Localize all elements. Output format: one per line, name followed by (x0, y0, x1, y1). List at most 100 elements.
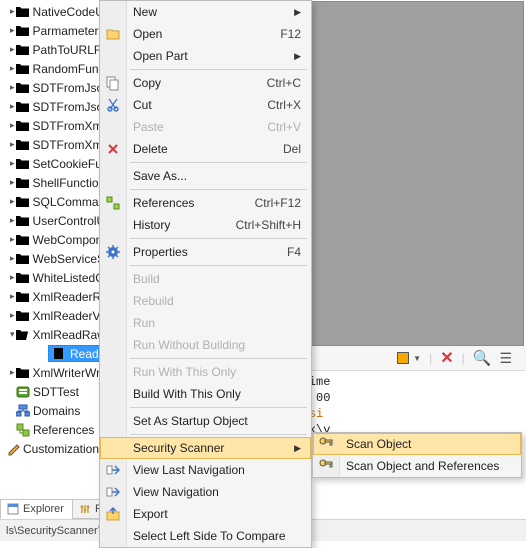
menu-label: History (133, 218, 236, 232)
tree-item-sdttest[interactable]: SDTTest (0, 382, 99, 401)
submenu-scan-object[interactable]: Scan Object (313, 433, 521, 455)
menu-rebuild: Rebuild (100, 290, 311, 312)
folder-icon (15, 309, 30, 322)
tab-explorer[interactable]: Explorer (0, 499, 73, 519)
menu-select-left-side-to-compare[interactable]: Select Left Side To Compare (100, 525, 311, 547)
tree-item-label: SQLComman (33, 195, 100, 209)
menu-label: Security Scanner (133, 441, 294, 455)
menu-build: Build (100, 268, 311, 290)
menu-label: Paste (133, 120, 267, 134)
menu-label: Set As Startup Object (133, 414, 301, 428)
shortcut: Ctrl+F12 (255, 196, 301, 210)
tree-item-label: WebCompon (33, 233, 100, 247)
filter-dropdown[interactable] (397, 352, 409, 364)
menu-cut[interactable]: CutCtrl+X (100, 94, 311, 116)
tree-item-label: SDTTest (33, 385, 79, 399)
shortcut: F4 (287, 245, 301, 259)
menu-copy[interactable]: CopyCtrl+C (100, 72, 311, 94)
folder-icon (15, 5, 30, 18)
tree-item-sdtfromjso[interactable]: ▸SDTFromJso (0, 97, 99, 116)
tree-item-setcookiefu[interactable]: ▸SetCookieFu (0, 154, 99, 173)
menu-export[interactable]: Export (100, 503, 311, 525)
menu-view-navigation[interactable]: View Navigation (100, 481, 311, 503)
menu-label: Build (133, 272, 301, 286)
copy-icon (105, 75, 121, 91)
tree-item-label: PathToURLF (33, 43, 100, 57)
menu-label: View Last Navigation (133, 463, 301, 477)
tree-item-sqlcomman[interactable]: ▸SQLComman (0, 192, 99, 211)
refs-icon (105, 195, 121, 211)
tree-item-label: UserControlU (33, 214, 100, 228)
tree-item-sdtfromxm[interactable]: ▸SDTFromXm (0, 135, 99, 154)
tree-item-label: Domains (33, 404, 80, 418)
tree-item-shellfunction[interactable]: ▸ShellFunction (0, 173, 99, 192)
menu-label: Properties (133, 245, 287, 259)
menu-save-as-[interactable]: Save As... (100, 165, 311, 187)
menu-label: Rebuild (133, 294, 301, 308)
tree-item-xmlreaderv[interactable]: ▸XmlReaderV (0, 306, 99, 325)
shortcut: Del (283, 142, 301, 156)
shortcut: Ctrl+X (267, 98, 301, 112)
tree-item-label: SDTFromJso (33, 81, 100, 95)
menu-open-part[interactable]: Open Part▶ (100, 45, 311, 67)
menu-build-with-this-only[interactable]: Build With This Only (100, 383, 311, 405)
tree-item-randomfunc[interactable]: ▸RandomFunc (0, 59, 99, 78)
folder-icon (15, 233, 30, 246)
tree-item-sdtfromjso[interactable]: ▸SDTFromJso (0, 78, 99, 97)
export-icon (105, 506, 121, 522)
menu-run-with-this-only: Run With This Only (100, 361, 311, 383)
clear-icon[interactable]: ✕ (440, 348, 453, 368)
folder-icon (15, 119, 30, 132)
folder-icon (15, 195, 30, 208)
submenu-scan-object-and-references[interactable]: Scan Object and References (313, 455, 521, 477)
references-icon (16, 423, 30, 437)
chevron-down-icon[interactable]: ▼ (413, 354, 421, 363)
menu-delete[interactable]: DeleteDel (100, 138, 311, 160)
folder-icon (15, 271, 30, 284)
security-scanner-submenu: Scan ObjectScan Object and References (312, 432, 522, 478)
shortcut: F12 (280, 27, 301, 41)
wrap-icon[interactable]: ☰ (499, 350, 512, 367)
shortcut: Ctrl+C (267, 76, 301, 90)
menu-view-last-navigation[interactable]: View Last Navigation (100, 459, 311, 481)
folder-icon (15, 81, 30, 94)
tree-item-label: SetCookieFu (33, 157, 100, 171)
prefs-icon (79, 503, 91, 515)
tree-item-customization[interactable]: Customization (0, 439, 99, 458)
search-icon[interactable]: 🔍 (473, 349, 492, 367)
tree-item-parmameters[interactable]: ▸Parmameters (0, 21, 99, 40)
menu-new[interactable]: New▶ (100, 1, 311, 23)
menu-label: Run (133, 316, 301, 330)
tree-item-readraw[interactable]: ReadRaw (0, 344, 99, 363)
menu-open[interactable]: OpenF12 (100, 23, 311, 45)
shortcut: Ctrl+Shift+H (236, 218, 301, 232)
menu-properties[interactable]: PropertiesF4 (100, 241, 311, 263)
tree-item-label: SDTFromXm (33, 119, 100, 133)
tree-item-xmlwriterwr[interactable]: ▸XmlWriterWr (0, 363, 99, 382)
tree-item-pathtourlf[interactable]: ▸PathToURLF (0, 40, 99, 59)
submenu-arrow-icon: ▶ (294, 51, 301, 62)
menu-label: View Navigation (133, 485, 301, 499)
nav-icon (105, 484, 121, 500)
tree-item-label: XmlWriterWr (33, 366, 100, 380)
menu-references[interactable]: ReferencesCtrl+F12 (100, 192, 311, 214)
tree-item-webservices[interactable]: ▸WebServiceS (0, 249, 99, 268)
menu-history[interactable]: HistoryCtrl+Shift+H (100, 214, 311, 236)
tree-item-domains[interactable]: Domains (0, 401, 99, 420)
tree-item-usercontrolu[interactable]: ▸UserControlU (0, 211, 99, 230)
menu-security-scanner[interactable]: Security Scanner▶ (100, 437, 311, 459)
tree-item-webcompon[interactable]: ▸WebCompon (0, 230, 99, 249)
folder-icon (15, 138, 30, 151)
submenu-arrow-icon: ▶ (294, 7, 301, 18)
tree-item-nativecodeu[interactable]: ▸NativeCodeU (0, 2, 99, 21)
menu-label: References (133, 196, 255, 210)
tree-item-xmlreaderr[interactable]: ▸XmlReaderR (0, 287, 99, 306)
tree-item-whitelistedc[interactable]: ▸WhiteListedC (0, 268, 99, 287)
folder-icon (15, 176, 30, 189)
tree-item-sdtfromxm[interactable]: ▸SDTFromXm (0, 116, 99, 135)
tree-item-xmlreadraw[interactable]: ▾XmlReadRaw (0, 325, 99, 344)
menu-set-as-startup-object[interactable]: Set As Startup Object (100, 410, 311, 432)
folder-icon (15, 62, 30, 75)
tree-item-references[interactable]: References (0, 420, 99, 439)
cut-icon (105, 97, 121, 113)
